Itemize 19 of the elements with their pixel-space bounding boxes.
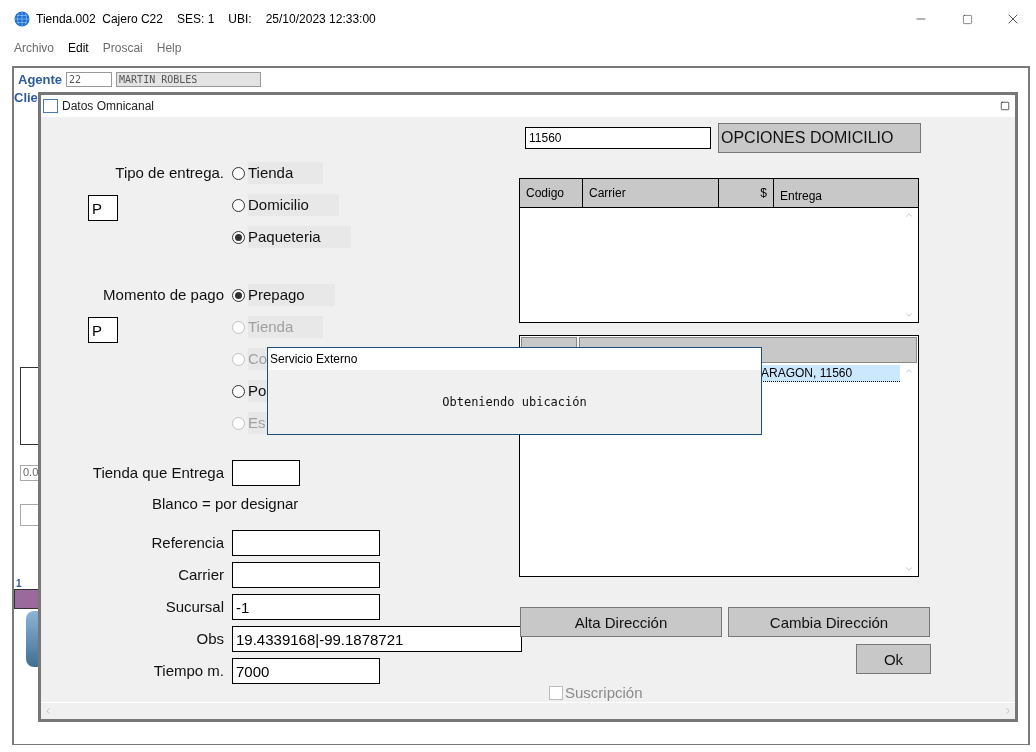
dialog-title: Datos Omnicanal [62, 99, 155, 113]
field-label: Obs [195, 629, 224, 649]
field-label: Momento de pago [102, 285, 224, 305]
counter-label: 1 [16, 578, 22, 589]
popup-title: Servicio Externo [270, 352, 358, 366]
window-title: Tienda.002 Cajero C22 [36, 12, 163, 26]
field-label: Referencia [150, 533, 224, 553]
field-label: Tiempo m. [152, 661, 224, 681]
hint-text: Blanco = por designar [152, 494, 300, 514]
session-label: SES: 1 [176, 12, 215, 26]
field-label: Sucursal [164, 597, 224, 617]
client-label: Clie [14, 90, 38, 105]
field-label: Tienda que Entrega [91, 463, 224, 483]
field-label: Tipo de entrega. [114, 163, 224, 183]
field-label: Carrier [177, 565, 224, 585]
status-message: Obteniendo ubicación [442, 395, 587, 409]
agent-label: Agente [18, 72, 63, 87]
datetime-text: 25/10/2023 12:33:00 [265, 12, 376, 26]
location-label: UBI: [228, 12, 252, 26]
